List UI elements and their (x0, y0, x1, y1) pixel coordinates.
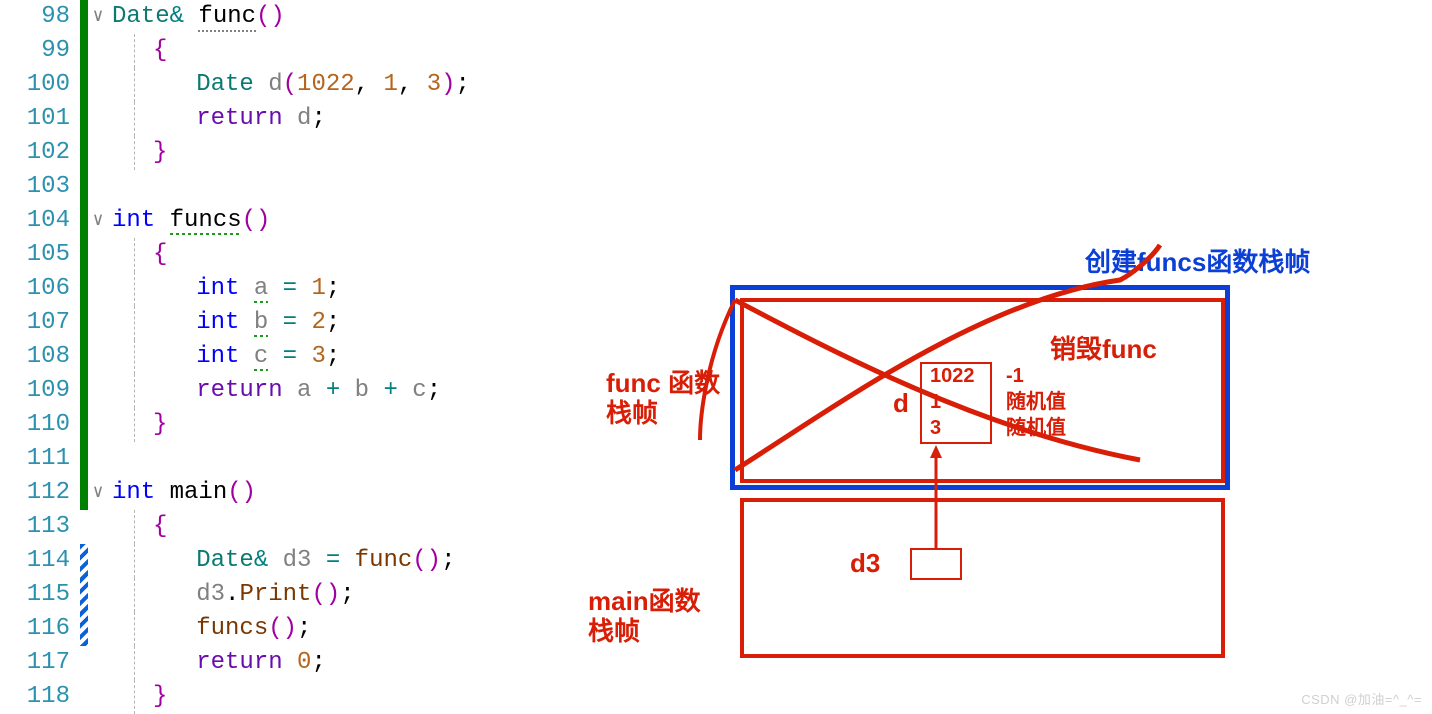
modified-bar (80, 544, 88, 578)
code-line: 100 Date d(1022, 1, 3); (0, 68, 1432, 102)
code-editor[interactable]: 98 ∨ Date& func() 99 { 100 Date d(1022, … (0, 0, 1432, 714)
code-line: 116 funcs(); (0, 612, 1432, 646)
line-number: 112 (0, 476, 80, 510)
code-line: 111 (0, 442, 1432, 476)
code-line: 110 } (0, 408, 1432, 442)
code-line: 101 return d; (0, 102, 1432, 136)
line-number: 107 (0, 306, 80, 340)
fold-chevron-icon[interactable]: ∨ (88, 476, 108, 510)
line-number: 117 (0, 646, 80, 680)
line-number: 109 (0, 374, 80, 408)
change-bar (80, 34, 88, 68)
line-number: 110 (0, 408, 80, 442)
code-line: 104 ∨ int funcs() (0, 204, 1432, 238)
line-number: 98 (0, 0, 80, 34)
code-line: 99 { (0, 34, 1432, 68)
line-number: 105 (0, 238, 80, 272)
code-line: 115 d3.Print(); (0, 578, 1432, 612)
line-number: 104 (0, 204, 80, 238)
line-number: 103 (0, 170, 80, 204)
code-line: 117 return 0; (0, 646, 1432, 680)
line-number: 99 (0, 34, 80, 68)
line-number: 111 (0, 442, 80, 476)
line-number: 115 (0, 578, 80, 612)
fold-chevron-icon[interactable]: ∨ (88, 204, 108, 238)
code-line: 108 int c = 3; (0, 340, 1432, 374)
line-number: 106 (0, 272, 80, 306)
line-number: 114 (0, 544, 80, 578)
code-line: 103 (0, 170, 1432, 204)
code-line: 106 int a = 1; (0, 272, 1432, 306)
code-line: 112 ∨ int main() (0, 476, 1432, 510)
line-number: 116 (0, 612, 80, 646)
line-number: 113 (0, 510, 80, 544)
code-line: 98 ∨ Date& func() (0, 0, 1432, 34)
line-number: 102 (0, 136, 80, 170)
line-number: 101 (0, 102, 80, 136)
code-line: 113 { (0, 510, 1432, 544)
line-number: 108 (0, 340, 80, 374)
code-line: 105 { (0, 238, 1432, 272)
code-line: 118 } (0, 680, 1432, 714)
line-number: 100 (0, 68, 80, 102)
code-line: 102 } (0, 136, 1432, 170)
code-line: 107 int b = 2; (0, 306, 1432, 340)
code-content: Date& func() (108, 0, 285, 34)
code-line: 114 Date& d3 = func(); (0, 544, 1432, 578)
fold-chevron-icon[interactable]: ∨ (88, 0, 108, 34)
change-bar (80, 0, 88, 34)
code-line: 109 return a + b + c; (0, 374, 1432, 408)
line-number: 118 (0, 680, 80, 714)
